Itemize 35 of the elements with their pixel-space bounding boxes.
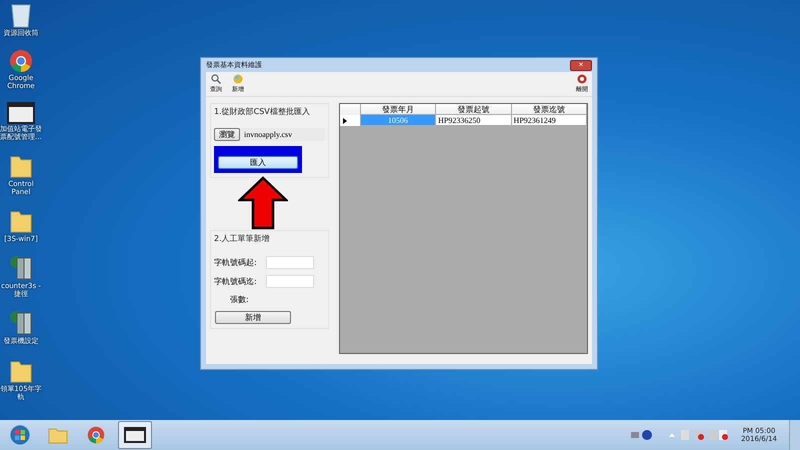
file-name: invnoapply.csv <box>244 130 292 139</box>
arrow-icon <box>238 176 288 230</box>
system-tray-icons[interactable] <box>629 429 730 441</box>
table-row[interactable]: 10506 HP92336250 HP92361249 <box>340 115 587 126</box>
input-field[interactable] <box>266 256 314 269</box>
column-header[interactable]: 發票迄號 <box>512 104 587 115</box>
section-title: 1.從財政部CSV檔整批匯入 <box>214 106 311 117</box>
chrome-icon[interactable] <box>9 49 33 74</box>
chrome-icon <box>87 426 105 444</box>
taskbar-button[interactable] <box>118 421 152 449</box>
input-field[interactable] <box>266 275 314 288</box>
start-orb-icon <box>9 424 31 446</box>
field-label: 字軌號碼迄: <box>214 276 258 287</box>
row-pointer-icon <box>343 118 347 124</box>
section-title: 2.人工單筆新增 <box>214 233 271 244</box>
browse-button[interactable]: 瀏覽 <box>214 128 240 141</box>
window-icon <box>124 427 146 443</box>
column-header[interactable]: 發票起號 <box>436 104 512 115</box>
field-label: 張數: <box>229 294 250 305</box>
column-header[interactable]: 發票年月 <box>360 104 436 115</box>
recycle-bin-icon[interactable] <box>10 2 32 28</box>
table-cell: HP92336250 <box>436 115 512 126</box>
folder-icon <box>48 426 68 444</box>
search-icon <box>211 74 221 84</box>
window-icon[interactable] <box>7 102 35 124</box>
table-cell: HP92361249 <box>512 115 587 126</box>
server-icon[interactable] <box>9 255 33 282</box>
field-label: 字軌號碼起: <box>214 257 258 268</box>
server-icon[interactable] <box>9 310 33 336</box>
import-button[interactable]: 匯入 <box>218 156 298 169</box>
sphere-icon <box>233 74 243 84</box>
table-cell: 10506 <box>360 115 436 126</box>
stop-icon <box>577 74 587 84</box>
close-button[interactable]: × <box>570 60 592 70</box>
add-button[interactable]: 新增 <box>215 311 291 324</box>
